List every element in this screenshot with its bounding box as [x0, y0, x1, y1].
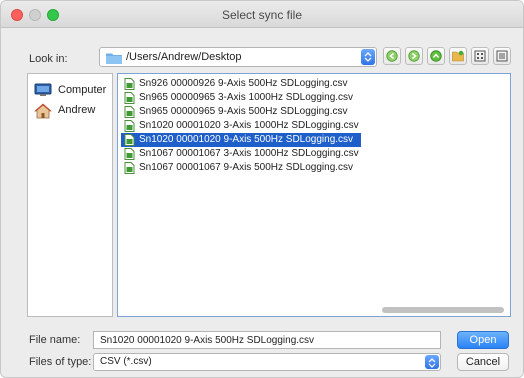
file-list-item[interactable]: Sn926 00000926 9-Axis 500Hz SDLogging.cs…	[121, 77, 361, 91]
sidebar-item-label: Andrew	[58, 104, 96, 116]
back-icon	[386, 50, 398, 62]
file-name: Sn1067 00001067 9-Axis 500Hz SDLogging.c…	[139, 162, 354, 173]
chevron-updown-icon[interactable]	[361, 49, 375, 65]
file-name: Sn1020 00001020 9-Axis 500Hz SDLogging.c…	[139, 134, 354, 145]
file-name-label: File name:	[29, 334, 81, 346]
file-list-item[interactable]: Sn965 00000965 9-Axis 500Hz SDLogging.cs…	[121, 105, 361, 119]
computer-icon	[34, 83, 52, 96]
look-in-label: Look in:	[29, 53, 68, 65]
detail-view-button[interactable]	[493, 47, 511, 65]
csv-file-icon	[124, 148, 135, 160]
file-name-field[interactable]	[93, 331, 441, 349]
file-type-label: Files of type:	[29, 356, 92, 368]
csv-file-icon	[124, 134, 135, 146]
look-in-path: /Users/Andrew/Desktop	[126, 51, 242, 63]
detail-view-icon	[496, 50, 508, 62]
folder-icon	[106, 53, 122, 64]
list-view-icon	[474, 50, 486, 62]
forward-button[interactable]	[405, 47, 423, 65]
home-icon	[34, 103, 52, 119]
list-view-button[interactable]	[471, 47, 489, 65]
file-list-item-selected[interactable]: Sn1020 00001020 9-Axis 500Hz SDLogging.c…	[121, 133, 361, 147]
csv-file-icon	[124, 120, 135, 132]
chevron-updown-icon[interactable]	[425, 355, 439, 369]
look-in-combobox[interactable]: /Users/Andrew/Desktop	[99, 47, 377, 67]
parent-folder-button[interactable]	[427, 47, 445, 65]
places-sidebar: Computer Andrew	[27, 73, 113, 317]
new-folder-icon	[452, 50, 464, 62]
file-list-item[interactable]: Sn1067 00001067 9-Axis 500Hz SDLogging.c…	[121, 161, 361, 175]
sidebar-item-computer[interactable]: Computer	[34, 82, 110, 100]
sidebar-item-andrew[interactable]: Andrew	[34, 102, 110, 120]
csv-file-icon	[124, 78, 135, 90]
file-list-item[interactable]: Sn1020 00001020 3-Axis 1000Hz SDLogging.…	[121, 119, 361, 133]
parent-folder-icon	[430, 50, 442, 62]
file-name: Sn965 00000965 9-Axis 500Hz SDLogging.cs…	[139, 106, 348, 117]
new-folder-button[interactable]	[449, 47, 467, 65]
file-name-input[interactable]	[94, 332, 440, 348]
back-button[interactable]	[383, 47, 401, 65]
open-button[interactable]: Open	[457, 331, 509, 349]
file-name: Sn1020 00001020 3-Axis 1000Hz SDLogging.…	[139, 120, 359, 131]
file-name: Sn1067 00001067 3-Axis 1000Hz SDLogging.…	[139, 148, 359, 159]
file-dialog: Select sync file Look in: /Users/Andrew/…	[0, 0, 524, 378]
title-bar: Select sync file	[1, 1, 523, 28]
window-title: Select sync file	[221, 8, 303, 22]
cancel-button[interactable]: Cancel	[457, 353, 509, 371]
csv-file-icon	[124, 162, 135, 174]
csv-file-icon	[124, 92, 135, 104]
file-type-select[interactable]: CSV (*.csv)	[93, 353, 441, 371]
file-list[interactable]: Sn926 00000926 9-Axis 500Hz SDLogging.cs…	[117, 73, 511, 317]
horizontal-scrollbar[interactable]	[120, 306, 508, 314]
forward-icon	[408, 50, 420, 62]
csv-file-icon	[124, 106, 135, 118]
scrollbar-thumb[interactable]	[382, 307, 504, 313]
file-name: Sn926 00000926 9-Axis 500Hz SDLogging.cs…	[139, 78, 348, 89]
file-type-value: CSV (*.csv)	[100, 356, 152, 367]
file-name: Sn965 00000965 3-Axis 1000Hz SDLogging.c…	[139, 92, 354, 103]
file-list-item[interactable]: Sn965 00000965 3-Axis 1000Hz SDLogging.c…	[121, 91, 361, 105]
file-list-item[interactable]: Sn1067 00001067 3-Axis 1000Hz SDLogging.…	[121, 147, 361, 161]
sidebar-item-label: Computer	[58, 84, 107, 96]
